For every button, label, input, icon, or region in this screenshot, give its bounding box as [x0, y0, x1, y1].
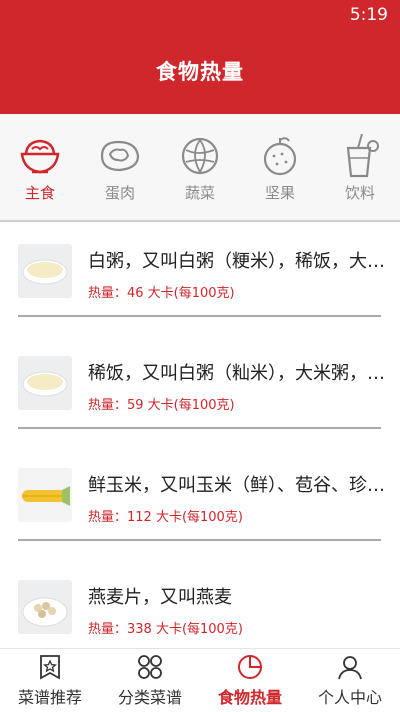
user-icon: [338, 656, 362, 680]
category-bar: 主食 蛋肉 蔬菜 坚果 饮料: [0, 114, 400, 222]
bowl-icon: [20, 139, 60, 174]
food-item[interactable]: 稀饭，又叫白粥（籼米），大米粥，白粥 热量：59 大卡(每100克): [0, 334, 400, 446]
tab-label: 食物热量: [217, 688, 282, 707]
tab-category-recipes[interactable]: 分类菜谱: [100, 649, 200, 712]
food-thumbnail: [18, 580, 72, 634]
food-thumbnail: [18, 468, 72, 522]
food-name: 稀饭，又叫白粥（籼米），大米粥，白粥: [88, 363, 386, 384]
tab-label: 个人中心: [317, 688, 382, 707]
food-thumbnail: [18, 356, 72, 410]
food-calories: 热量：338 大卡(每100克): [88, 622, 243, 637]
food-item[interactable]: 白粥，又叫白粥（粳米），稀饭，大米粥 热量：46 大卡(每100克): [0, 222, 400, 334]
food-thumbnail: [18, 244, 72, 298]
bottom-tab-bar: 菜谱推荐 分类菜谱 食物热量 个人中心: [0, 648, 400, 712]
drink-icon: [346, 134, 379, 178]
food-item[interactable]: 鲜玉米，又叫玉米（鲜）、苞谷、珍珠米 热量：112 大卡(每100克): [0, 446, 400, 558]
category-tab-nut[interactable]: 坚果: [240, 114, 320, 220]
row-divider: [18, 539, 381, 541]
food-calories: 热量：59 大卡(每100克): [88, 398, 235, 413]
row-divider: [18, 427, 381, 429]
category-label: 坚果: [264, 184, 295, 202]
cabbage-icon: [181, 137, 219, 175]
tab-label: 分类菜谱: [117, 688, 182, 707]
star-book-icon: [40, 655, 60, 680]
row-divider: [18, 315, 381, 317]
category-tab-staple[interactable]: 主食: [0, 114, 80, 220]
status-bar: 5:19: [0, 0, 400, 28]
nut-icon: [263, 137, 297, 176]
category-label: 蔬菜: [184, 184, 215, 202]
food-name: 鲜玉米，又叫玉米（鲜）、苞谷、珍珠米: [88, 475, 386, 496]
food-calories: 热量：112 大卡(每100克): [88, 510, 243, 525]
grid-icon: [138, 655, 162, 679]
chart-icon: [238, 655, 262, 679]
food-name: 燕麦片，又叫燕麦: [88, 587, 232, 608]
category-tab-drink[interactable]: 饮料: [320, 114, 400, 220]
tab-recommended-recipes[interactable]: 菜谱推荐: [0, 649, 100, 712]
tab-food-calories[interactable]: 食物热量: [200, 649, 300, 712]
tab-profile[interactable]: 个人中心: [300, 649, 400, 712]
category-tab-egg-meat[interactable]: 蛋肉: [80, 114, 160, 220]
food-list: 白粥，又叫白粥（粳米），稀饭，大米粥 热量：46 大卡(每100克) 稀饭，又叫…: [0, 222, 400, 648]
status-time: 5:19: [349, 5, 388, 25]
food-calories: 热量：46 大卡(每100克): [88, 286, 235, 301]
app-header: 食物热量: [0, 28, 400, 114]
category-tab-vegetable[interactable]: 蔬菜: [160, 114, 240, 220]
tab-label: 菜谱推荐: [17, 688, 82, 707]
food-name: 白粥，又叫白粥（粳米），稀饭，大米粥: [88, 251, 386, 272]
category-label: 蛋肉: [104, 184, 135, 202]
meat-icon: [100, 140, 140, 172]
category-label: 主食: [24, 184, 55, 202]
page-title: 食物热量: [156, 60, 244, 84]
food-item[interactable]: 燕麦片，又叫燕麦 热量：338 大卡(每100克): [0, 558, 400, 648]
category-label: 饮料: [344, 184, 375, 202]
